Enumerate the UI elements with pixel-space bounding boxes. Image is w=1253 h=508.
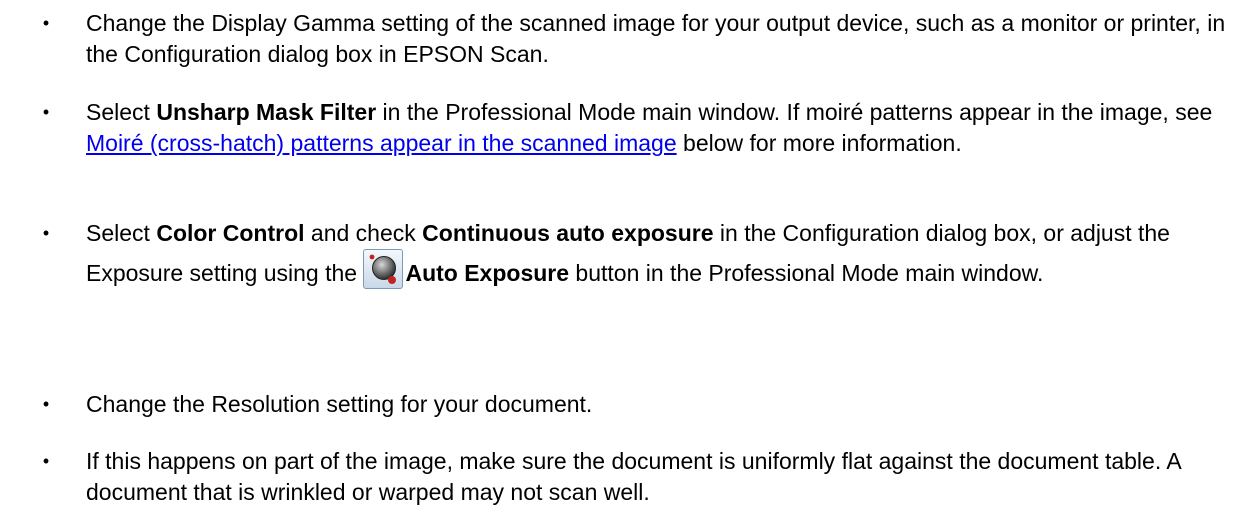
bullet-icon: • (42, 394, 50, 414)
item-text: Change the Resolution setting for your d… (86, 391, 593, 417)
red-corner-dot (370, 254, 375, 260)
list-item: • Change the Resolution setting for your… (43, 389, 1246, 420)
moire-patterns-link[interactable]: Moiré (cross-hatch) patterns appear in t… (86, 130, 677, 156)
auto-exposure-icon (363, 249, 404, 289)
bullet-icon: • (42, 223, 50, 243)
list-item: • If this happens on part of the image, … (43, 446, 1246, 508)
auto-exposure-label: Auto Exposure (405, 260, 570, 286)
bullet-icon: • (42, 13, 50, 33)
continuous-auto-exposure-label: Continuous auto exposure (422, 220, 714, 246)
item-text-pre: Select (86, 220, 157, 246)
item-text-pre: Select (86, 99, 157, 125)
item-text-post: button in the Professional Mode main win… (569, 260, 1044, 286)
bullet-icon: • (42, 451, 50, 471)
item-text-post: below for more information. (676, 130, 962, 156)
item-text-mid: in the Professional Mode main window. If… (376, 99, 1213, 125)
item-text: Change the Display Gamma setting of the … (86, 10, 1226, 67)
bullet-icon: • (42, 102, 50, 122)
list-item: • Select Color Control and check Continu… (43, 218, 1246, 289)
item-text: If this happens on part of the image, ma… (86, 448, 1181, 505)
color-control-label: Color Control (156, 220, 305, 246)
red-dot (388, 276, 397, 284)
unsharp-mask-filter-label: Unsharp Mask Filter (156, 99, 377, 125)
list-item: • Select Unsharp Mask Filter in the Prof… (43, 97, 1246, 159)
item-text-mid1: and check (304, 220, 423, 246)
list-item: • Change the Display Gamma setting of th… (43, 8, 1246, 70)
